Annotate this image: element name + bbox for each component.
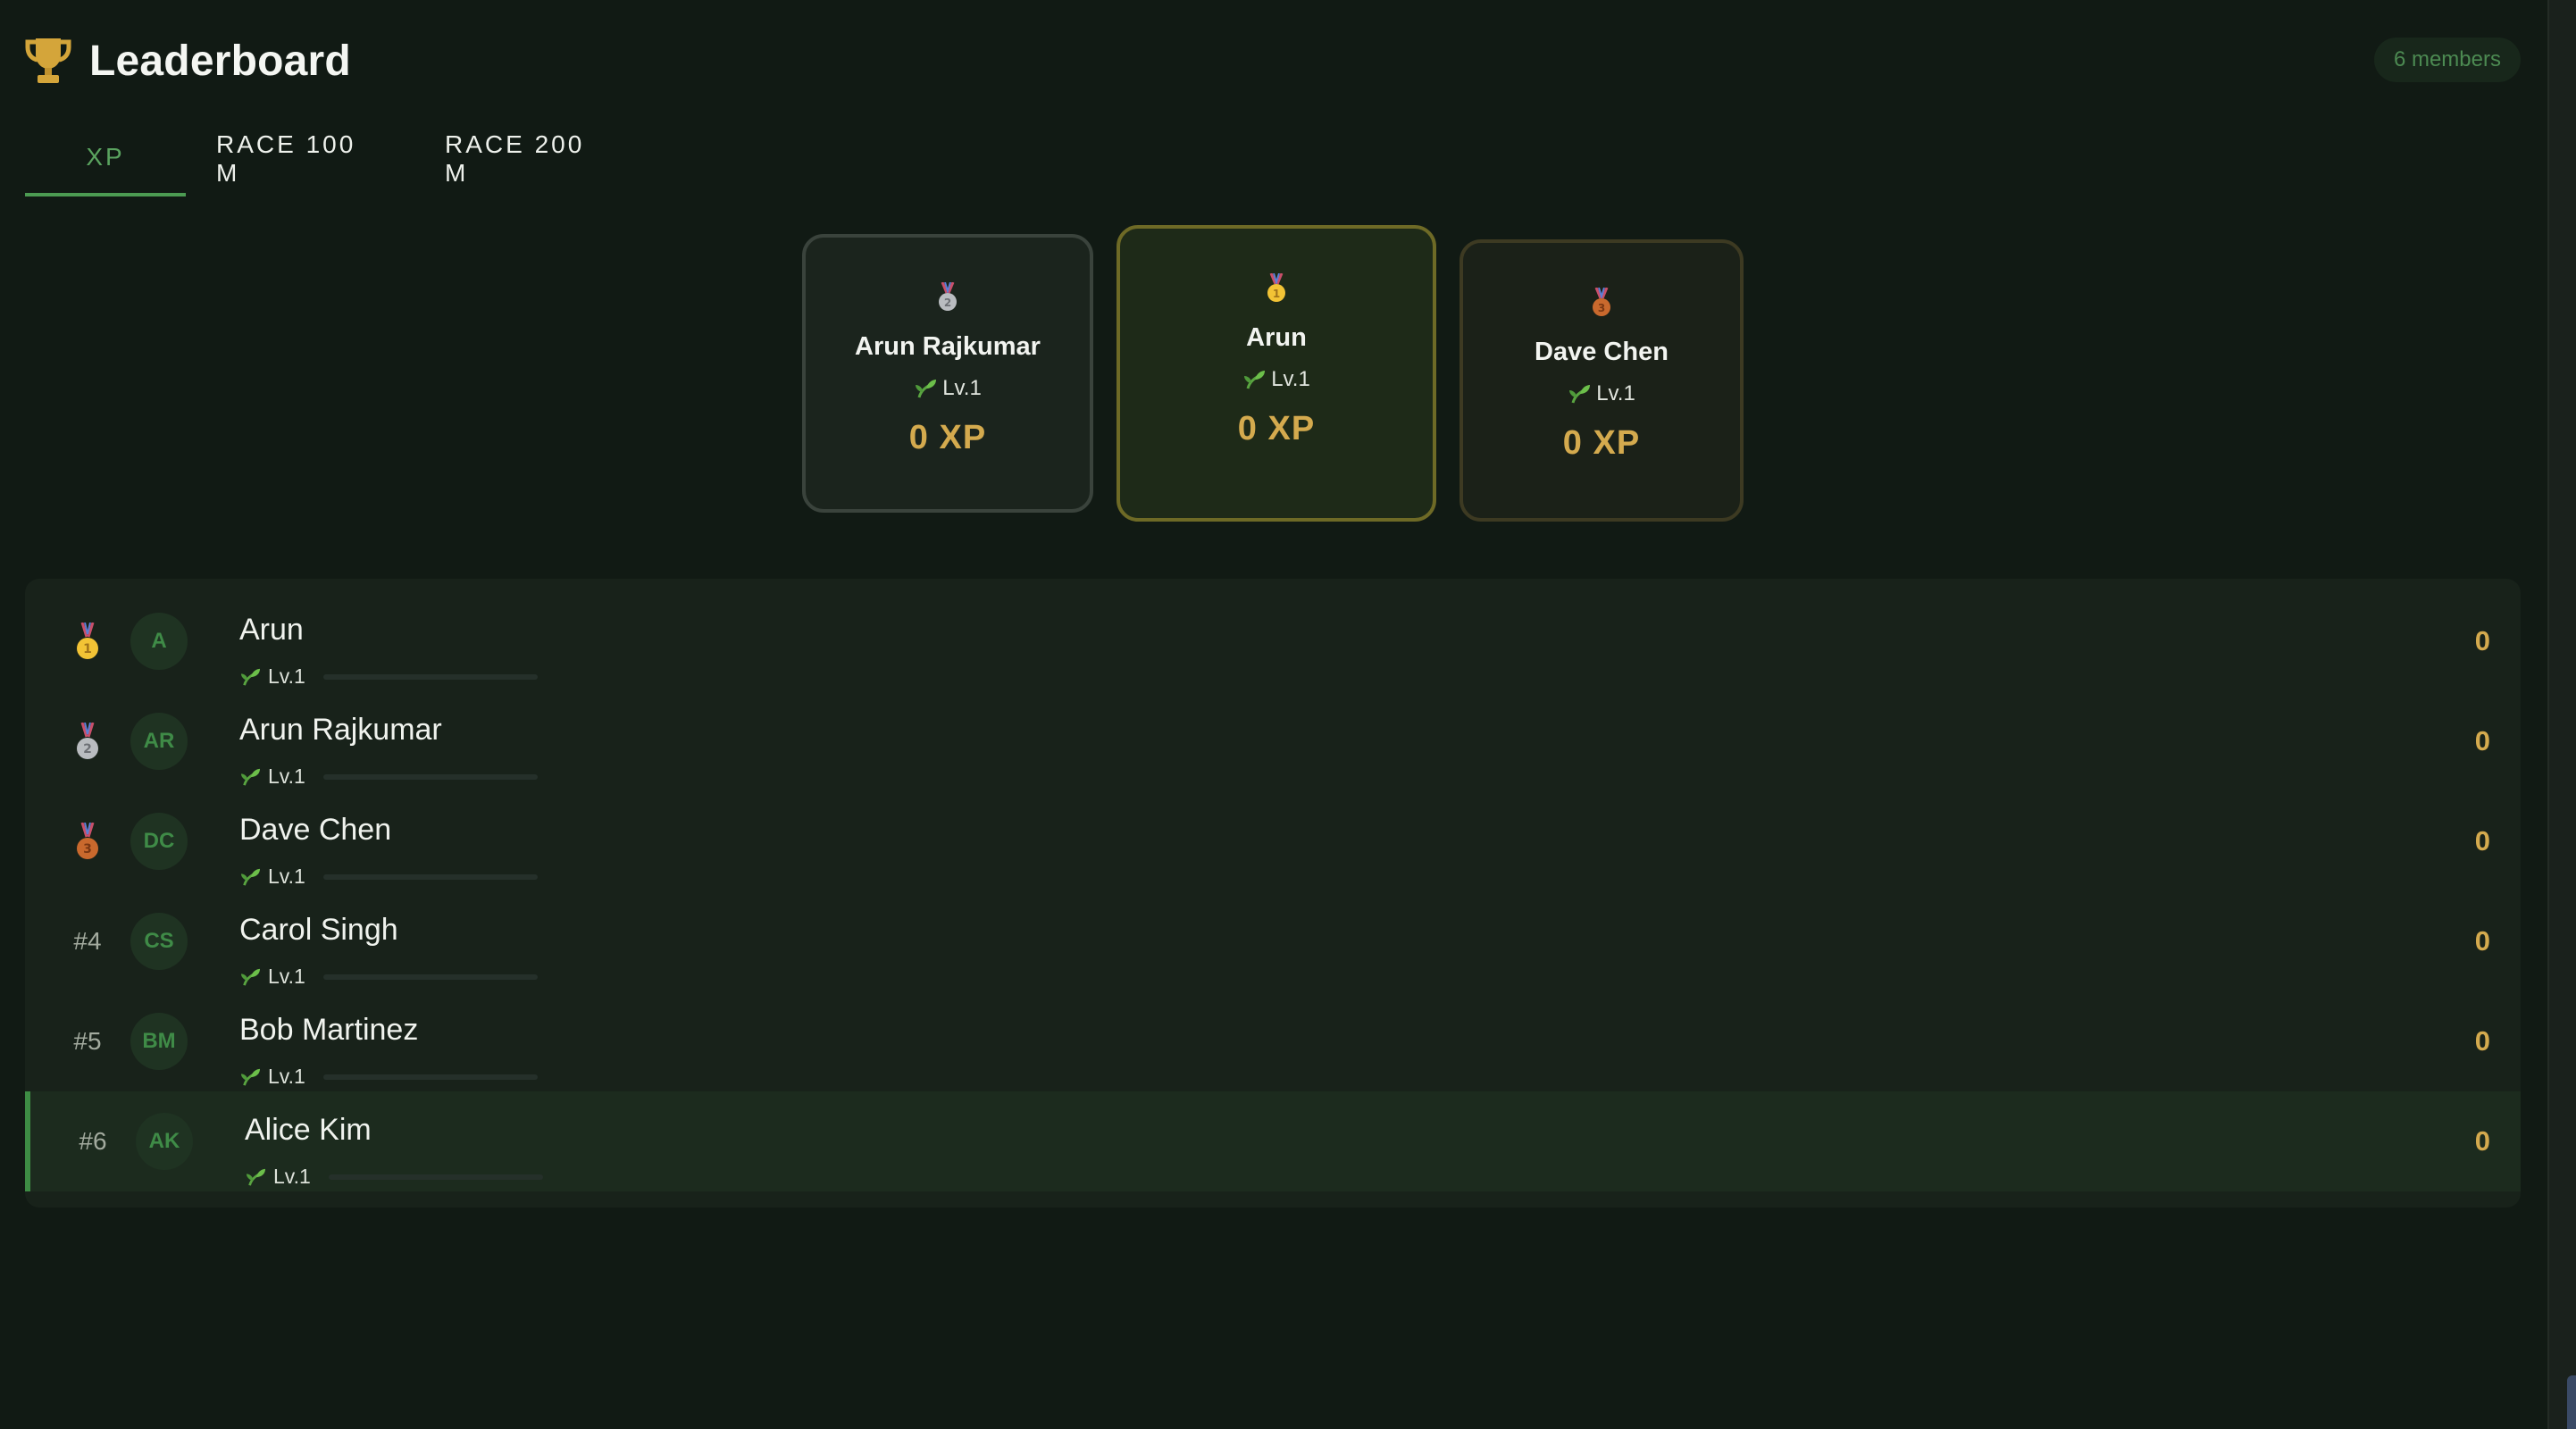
player-level-text: Lv.1 — [268, 965, 305, 988]
rank-cell: 3 — [63, 791, 113, 891]
tab-race-200m[interactable]: RACE 200 M — [414, 121, 643, 196]
avatar: BM — [130, 1013, 188, 1070]
podium-card-second[interactable]: 2 Arun Rajkumar Lv.1 0 XP — [802, 234, 1093, 513]
rank-number: #4 — [73, 927, 102, 955]
player-name: Bob Martinez — [239, 1013, 419, 1047]
player-score: 0 — [2474, 925, 2490, 957]
avatar: CS — [130, 913, 188, 970]
player-score: 0 — [2474, 1025, 2490, 1057]
trophy-icon — [25, 38, 71, 83]
bronze-medal-icon: 3 — [1593, 288, 1610, 316]
ranking-list: 1 A Arun Lv.1 0 2 AR Arun Rajkumar Lv.1 … — [25, 579, 2521, 1208]
player-level: Lv.1 — [239, 664, 538, 689]
player-level: Lv.1 — [239, 765, 538, 789]
svg-text:1: 1 — [83, 642, 92, 656]
player-score: 0 — [2474, 625, 2490, 656]
table-row-current-user[interactable]: #6 AK Alice Kim Lv.1 0 — [25, 1091, 2521, 1191]
sprout-icon — [240, 868, 260, 886]
podium-xp: 0 XP — [1562, 424, 1641, 462]
player-level: Lv.1 — [239, 965, 538, 989]
rank-number: #6 — [79, 1127, 107, 1155]
gold-medal-icon: 1 — [1267, 273, 1285, 302]
xp-progress-bar — [322, 1074, 538, 1080]
avatar: A — [130, 613, 188, 670]
sprout-icon — [1569, 385, 1591, 404]
podium-level: Lv.1 — [1242, 367, 1310, 392]
avatar: DC — [130, 813, 188, 870]
leaderboard-app: Leaderboard 6 members XP RACE 100 M RACE… — [0, 0, 2547, 1429]
header: Leaderboard — [25, 34, 351, 88]
player-level-text: Lv.1 — [273, 1165, 311, 1188]
podium-level-text: Lv.1 — [1596, 381, 1635, 405]
page-title: Leaderboard — [89, 37, 351, 85]
player-level: Lv.1 — [239, 865, 538, 889]
table-row[interactable]: 1 A Arun Lv.1 0 — [25, 591, 2521, 691]
player-level-text: Lv.1 — [268, 1065, 305, 1088]
scrollbar-thumb[interactable] — [2567, 1375, 2576, 1429]
sprout-icon — [1244, 371, 1266, 389]
table-row[interactable]: #4 CS Carol Singh Lv.1 0 — [25, 891, 2521, 991]
podium-level: Lv.1 — [1568, 381, 1635, 406]
player-name: Alice Kim — [245, 1113, 372, 1147]
sprout-icon — [240, 768, 260, 786]
podium-xp: 0 XP — [1237, 410, 1316, 447]
svg-text:3: 3 — [1598, 302, 1605, 314]
rank-cell: 1 — [63, 591, 113, 691]
svg-text:3: 3 — [83, 842, 92, 857]
player-level-text: Lv.1 — [268, 765, 305, 788]
player-score: 0 — [2474, 825, 2490, 857]
xp-progress-bar — [322, 673, 538, 680]
table-row[interactable]: #5 BM Bob Martinez Lv.1 0 — [25, 991, 2521, 1091]
table-row[interactable]: 3 DC Dave Chen Lv.1 0 — [25, 791, 2521, 891]
member-count-badge: 6 members — [2373, 38, 2521, 82]
bronze-medal-icon: 3 — [77, 823, 98, 859]
podium-name: Arun — [1246, 323, 1307, 352]
avatar: AK — [136, 1113, 193, 1170]
silver-medal-icon: 2 — [77, 723, 98, 759]
podium-level: Lv.1 — [914, 376, 982, 401]
podium-xp: 0 XP — [908, 419, 987, 456]
podium-card-third[interactable]: 3 Dave Chen Lv.1 0 XP — [1459, 239, 1744, 522]
tab-race-100m[interactable]: RACE 100 M — [186, 121, 414, 196]
player-name: Carol Singh — [239, 913, 398, 947]
silver-medal-icon: 2 — [939, 282, 957, 311]
gold-medal-icon: 1 — [77, 623, 98, 659]
svg-text:2: 2 — [944, 297, 951, 309]
rank-number: #5 — [73, 1027, 102, 1055]
xp-progress-bar — [322, 974, 538, 980]
podium-name: Arun Rajkumar — [855, 332, 1041, 361]
rank-cell: 2 — [63, 691, 113, 791]
podium-level-text: Lv.1 — [1271, 367, 1310, 391]
sprout-icon — [240, 968, 260, 986]
player-name: Arun — [239, 613, 304, 647]
player-level: Lv.1 — [239, 1065, 538, 1089]
sprout-icon — [916, 380, 937, 398]
svg-text:1: 1 — [1273, 288, 1280, 300]
player-score: 0 — [2474, 1125, 2490, 1157]
podium-level-text: Lv.1 — [942, 376, 982, 400]
sprout-icon — [246, 1168, 265, 1186]
tab-bar: XP RACE 100 M RACE 200 M — [25, 121, 643, 196]
player-name: Arun Rajkumar — [239, 713, 442, 747]
xp-progress-bar — [322, 773, 538, 780]
scrollbar[interactable] — [2547, 0, 2576, 1429]
player-level-text: Lv.1 — [268, 865, 305, 888]
xp-progress-bar — [328, 1174, 543, 1180]
player-name: Dave Chen — [239, 813, 392, 847]
player-level-text: Lv.1 — [268, 664, 305, 688]
podium-name: Dave Chen — [1535, 338, 1669, 366]
avatar: AR — [130, 713, 188, 770]
player-level: Lv.1 — [245, 1165, 543, 1189]
sprout-icon — [240, 668, 260, 686]
xp-progress-bar — [322, 873, 538, 880]
table-row[interactable]: 2 AR Arun Rajkumar Lv.1 0 — [25, 691, 2521, 791]
player-score: 0 — [2474, 725, 2490, 756]
podium-card-first[interactable]: 1 Arun Lv.1 0 XP — [1117, 225, 1436, 522]
svg-text:2: 2 — [83, 742, 92, 756]
sprout-icon — [240, 1068, 260, 1086]
tab-xp[interactable]: XP — [25, 121, 186, 196]
